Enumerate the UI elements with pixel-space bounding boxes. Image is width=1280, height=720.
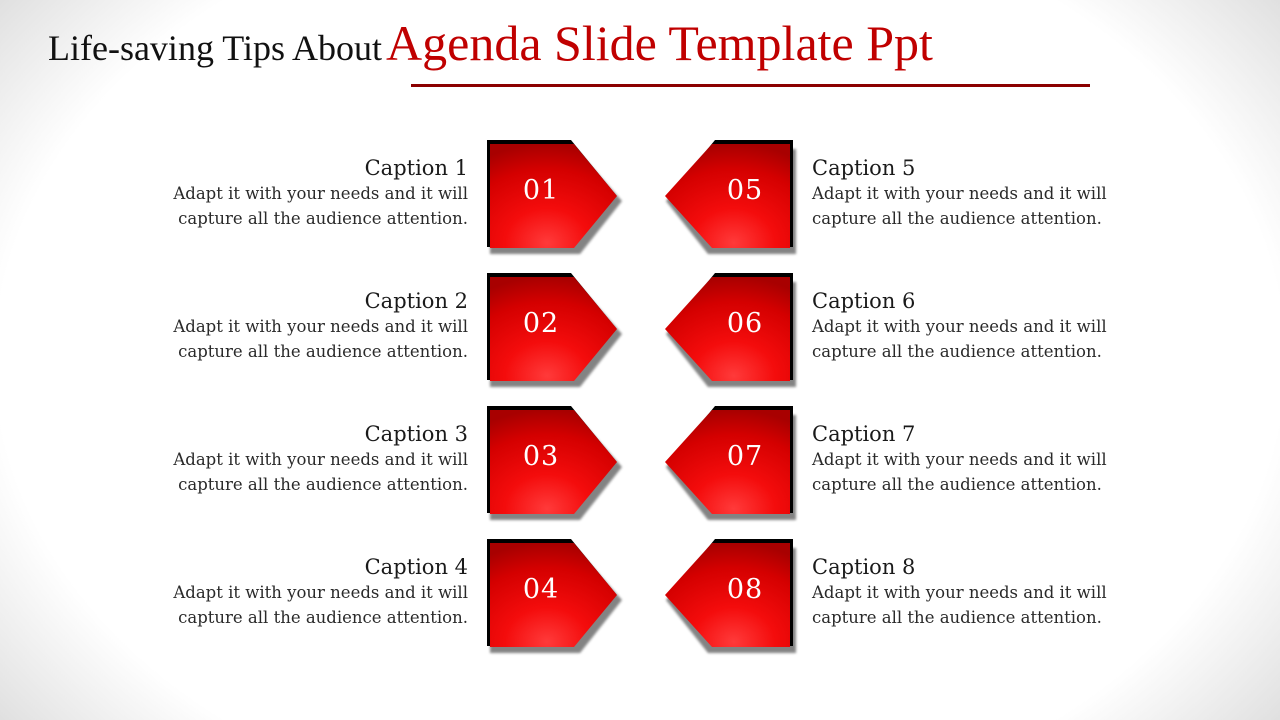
- caption-block-4: Caption 4 Adapt it with your needs and i…: [138, 554, 468, 630]
- caption-title: Caption 5: [812, 156, 916, 180]
- caption-body-line1: Adapt it with your needs and it will: [812, 184, 1107, 203]
- caption-body-line1: Adapt it with your needs and it will: [173, 450, 468, 469]
- badge-number: 05: [726, 175, 764, 206]
- agenda-badge-06: 06: [660, 272, 800, 392]
- caption-body-line2: capture all the audience attention.: [178, 475, 468, 494]
- caption-title: Caption 1: [364, 156, 468, 180]
- badge-number: 07: [726, 441, 764, 472]
- caption-body-line1: Adapt it with your needs and it will: [812, 583, 1107, 602]
- badge-number: 06: [726, 308, 764, 339]
- agenda-badge-07: 07: [660, 405, 800, 525]
- caption-body-line2: capture all the audience attention.: [178, 608, 468, 627]
- caption-block-6: Caption 6 Adapt it with your needs and i…: [812, 288, 1142, 364]
- caption-body-line2: capture all the audience attention.: [178, 209, 468, 228]
- caption-block-5: Caption 5 Adapt it with your needs and i…: [812, 155, 1142, 231]
- caption-title: Caption 7: [812, 422, 916, 446]
- badge-number: 01: [522, 175, 560, 206]
- caption-title: Caption 4: [364, 555, 468, 579]
- caption-block-3: Caption 3 Adapt it with your needs and i…: [138, 421, 468, 497]
- badge-number: 03: [522, 441, 560, 472]
- caption-block-1: Caption 1 Adapt it with your needs and i…: [138, 155, 468, 231]
- agenda-badge-04: 04: [486, 538, 626, 658]
- caption-body-line1: Adapt it with your needs and it will: [812, 450, 1107, 469]
- agenda-badge-03: 03: [486, 405, 626, 525]
- caption-body-line2: capture all the audience attention.: [812, 475, 1102, 494]
- title-underline: [411, 84, 1090, 87]
- caption-body-line2: capture all the audience attention.: [178, 342, 468, 361]
- caption-body-line1: Adapt it with your needs and it will: [812, 317, 1107, 336]
- slide-title: Life-saving Tips About Agenda Slide Temp…: [48, 14, 933, 72]
- caption-title: Caption 6: [812, 289, 916, 313]
- caption-body-line1: Adapt it with your needs and it will: [173, 184, 468, 203]
- caption-block-7: Caption 7 Adapt it with your needs and i…: [812, 421, 1142, 497]
- caption-block-2: Caption 2 Adapt it with your needs and i…: [138, 288, 468, 364]
- caption-body-line2: capture all the audience attention.: [812, 209, 1102, 228]
- badge-number: 08: [726, 574, 764, 605]
- agenda-badge-08: 08: [660, 538, 800, 658]
- caption-title: Caption 8: [812, 555, 916, 579]
- caption-body-line1: Adapt it with your needs and it will: [173, 583, 468, 602]
- agenda-badge-01: 01: [486, 139, 626, 259]
- slide-title-accent: Agenda Slide Template Ppt: [386, 15, 933, 71]
- caption-body-line2: capture all the audience attention.: [812, 342, 1102, 361]
- caption-block-8: Caption 8 Adapt it with your needs and i…: [812, 554, 1142, 630]
- caption-body-line2: capture all the audience attention.: [812, 608, 1102, 627]
- caption-title: Caption 3: [364, 422, 468, 446]
- agenda-badge-05: 05: [660, 139, 800, 259]
- agenda-badge-02: 02: [486, 272, 626, 392]
- badge-number: 04: [522, 574, 560, 605]
- slide-title-plain: Life-saving Tips About: [48, 28, 383, 68]
- caption-body-line1: Adapt it with your needs and it will: [173, 317, 468, 336]
- caption-title: Caption 2: [364, 289, 468, 313]
- badge-number: 02: [522, 308, 560, 339]
